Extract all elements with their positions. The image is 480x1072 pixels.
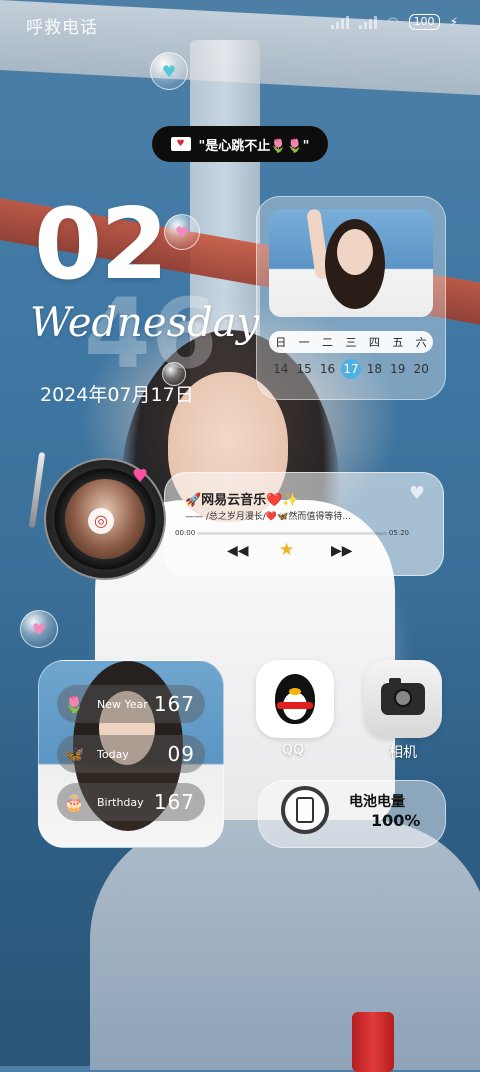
countdown-row-newyear: 🌷 New Year 167: [57, 685, 205, 723]
countdown-row-today: 🦋 Today 09: [57, 735, 205, 773]
countdown-label: New Year: [97, 697, 148, 711]
camera-icon: [381, 678, 425, 715]
camera-app-label[interactable]: 相机: [358, 742, 448, 762]
heart-bubble-top: ♥: [150, 52, 188, 90]
calendar-day: 18: [366, 362, 383, 376]
clock-weekday: Wednesday: [30, 300, 260, 346]
countdown-widget[interactable]: 🌷 New Year 167 🦋 Today 09 🎂 Birthday 167: [38, 660, 224, 848]
countdown-value: 167: [153, 790, 195, 814]
qq-app-label[interactable]: QQ: [248, 742, 338, 758]
calendar-day: 16: [319, 362, 336, 376]
calendar-photo: [269, 209, 433, 317]
netease-logo-icon: ◎: [88, 508, 114, 534]
battery-ring: [281, 786, 329, 834]
phone-icon: [296, 797, 314, 823]
envelope-heart-icon: ♥: [170, 137, 191, 151]
countdown-label: Today: [97, 747, 129, 761]
calendar-day-today: 17: [340, 359, 361, 379]
wallpaper-jeans: [90, 820, 480, 1070]
status-bar: 呼救电话 ◠ 100 ⚡: [0, 0, 480, 46]
clock-date: 2024年07月17日: [40, 384, 194, 406]
wifi-icon: ◠: [387, 14, 399, 30]
qq-beak: [289, 688, 301, 695]
calendar-day: 20: [413, 362, 429, 376]
weekday-label: 一: [298, 336, 310, 349]
calendar-widget[interactable]: 日 一 二 三 四 五 六 14 15 16 17 18 19 20: [256, 196, 446, 400]
calendar-day: 14: [273, 362, 289, 376]
notice-text: "是心跳不止🌷🌷": [198, 138, 310, 154]
charging-icon: ⚡: [449, 15, 458, 29]
camera-app-icon[interactable]: [364, 660, 442, 738]
countdown-row-birthday: 🎂 Birthday 167: [57, 783, 205, 821]
rewind-icon[interactable]: ◀◀: [227, 543, 249, 559]
battery-label: 电池电量: [349, 794, 405, 810]
star-icon[interactable]: ★: [279, 540, 294, 560]
tulip-icon: 🌷: [64, 694, 84, 714]
qq-penguin-icon: [275, 674, 315, 724]
music-time-elapsed: 00:00: [175, 529, 196, 537]
countdown-value: 167: [153, 692, 195, 716]
qq-scarf: [277, 702, 313, 709]
weekday-label: 四: [368, 336, 380, 349]
countdown-value: 09: [167, 742, 195, 766]
heart-sticker-icon: ♥: [132, 466, 149, 487]
music-app-title: 🚀网易云音乐❤️✨: [185, 493, 299, 508]
heart-bubble-left: ♥: [20, 610, 58, 648]
photo-face: [337, 229, 373, 275]
signal-icon-2: [359, 15, 378, 29]
carrier-text: 呼救电话: [26, 18, 98, 38]
calendar-day-row: 14 15 16 17 18 19 20: [269, 359, 433, 379]
weekday-label: 六: [415, 336, 427, 349]
weekday-label: 五: [392, 336, 404, 349]
status-icons: ◠ 100 ⚡: [331, 14, 458, 30]
heart-outline-icon: ♥: [408, 483, 425, 504]
butterfly-icon: 🦋: [64, 744, 84, 764]
cake-icon: 🎂: [64, 792, 84, 812]
calendar-day: 19: [390, 362, 406, 376]
heart-bubble-clock: ♥: [164, 214, 200, 250]
calendar-day: 15: [296, 362, 312, 376]
fast-forward-icon[interactable]: ▶▶: [331, 543, 353, 559]
countdown-label: Birthday: [97, 795, 144, 809]
calendar-weekday-row: 日 一 二 三 四 五 六: [269, 331, 433, 353]
music-widget[interactable]: ♥ 🚀网易云音乐❤️✨ —— /总之岁月漫长/❤️🦋然而值得等待... 00:0…: [164, 472, 444, 576]
music-time-total: 05:20: [388, 529, 409, 537]
battery-widget[interactable]: 电池电量 100%: [258, 780, 446, 848]
clock-hour[interactable]: 02: [34, 188, 168, 302]
battery-icon: 100: [408, 14, 440, 30]
weekday-label: 三: [345, 336, 357, 349]
music-progress-track[interactable]: [197, 532, 387, 535]
notice-pill[interactable]: ♥ "是心跳不止🌷🌷": [152, 126, 328, 162]
music-lyric: —— /总之岁月漫长/❤️🦋然而值得等待...: [185, 512, 351, 522]
qq-app-icon[interactable]: [256, 660, 334, 738]
tonearm: [28, 451, 46, 529]
weekday-label: 二: [322, 336, 334, 349]
soda-can: [352, 1012, 394, 1072]
signal-icon: [331, 15, 350, 29]
weekday-label: 日: [275, 336, 287, 349]
battery-value: 100%: [371, 811, 421, 830]
